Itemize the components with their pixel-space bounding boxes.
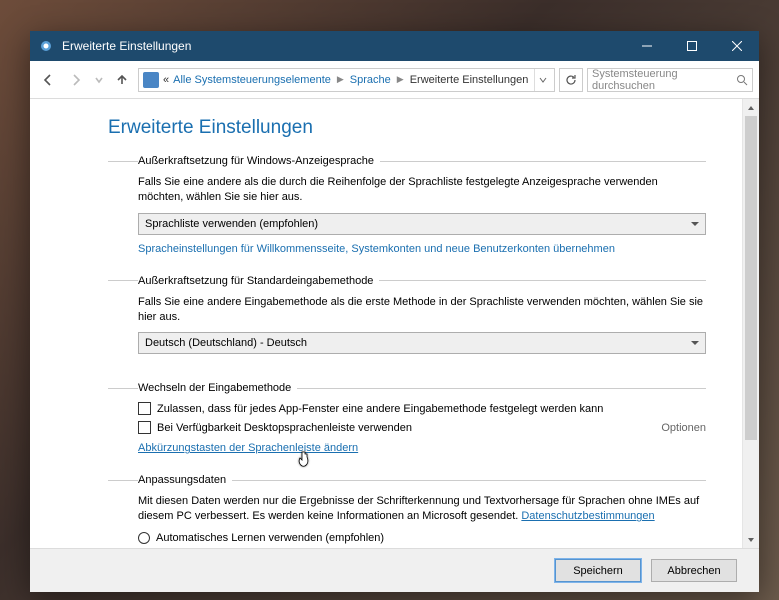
up-button[interactable] [110,68,134,92]
section-description: Falls Sie eine andere Eingabemethode als… [138,295,706,325]
save-button[interactable]: Speichern [555,559,641,582]
section-legend: Anpassungsdaten [138,474,232,486]
desktop-language-bar-label: Bei Verfügbarkeit Desktopsprachenleiste … [157,422,412,434]
address-bar[interactable]: « Alle Systemsteuerungselemente ▶ Sprach… [138,68,555,92]
search-icon [736,74,748,86]
auto-learn-label: Automatisches Lernen verwenden (empfohle… [156,532,384,544]
breadcrumb-item[interactable]: Alle Systemsteuerungselemente [173,74,331,86]
minimize-button[interactable] [624,31,669,61]
app-icon [38,38,54,54]
advanced-settings-window: Erweiterte Einstellungen « Alle Systemst… [30,31,759,592]
footer: Speichern Abbrechen [30,548,759,592]
scroll-thumb[interactable] [745,116,757,440]
breadcrumb-item: Erweiterte Einstellungen [410,74,529,86]
input-method-select[interactable]: Deutsch (Deutschland) - Deutsch [138,332,706,354]
section-switch-input: Wechseln der Eingabemethode Zulassen, da… [108,382,706,466]
auto-learn-radio[interactable] [138,532,150,544]
section-display-language: Außerkraftsetzung für Windows-Anzeigespr… [108,155,706,267]
forward-button[interactable] [64,68,88,92]
search-input[interactable]: Systemsteuerung durchsuchen [587,68,753,92]
maximize-button[interactable] [669,31,714,61]
vertical-scrollbar[interactable] [742,99,759,548]
page-title: Erweiterte Einstellungen [108,117,706,139]
refresh-button[interactable] [559,68,583,92]
desktop-language-bar-checkbox[interactable] [138,421,151,434]
breadcrumb-item[interactable]: Sprache [350,74,391,86]
section-legend: Außerkraftsetzung für Standardeingabemet… [138,275,379,287]
search-placeholder: Systemsteuerung durchsuchen [592,68,736,92]
section-legend: Wechseln der Eingabemethode [138,382,297,394]
content-area: Erweiterte Einstellungen Außerkraftsetzu… [30,99,742,548]
scroll-track[interactable] [743,116,759,531]
options-link[interactable]: Optionen [661,422,706,434]
apply-welcome-link[interactable]: Spracheinstellungen für Willkommensseite… [138,243,615,255]
change-hotkeys-link[interactable]: Abkürzungstasten der Sprachenleiste ände… [138,442,358,454]
per-app-checkbox[interactable] [138,402,151,415]
section-legend: Außerkraftsetzung für Windows-Anzeigespr… [138,155,380,167]
section-description: Mit diesen Daten werden nur die Ergebnis… [138,494,706,524]
chevron-right-icon: ▶ [335,74,346,85]
back-button[interactable] [36,68,60,92]
section-personalization: Anpassungsdaten Mit diesen Daten werden … [108,474,706,548]
cancel-button[interactable]: Abbrechen [651,559,737,582]
titlebar[interactable]: Erweiterte Einstellungen [30,31,759,61]
breadcrumb-root: « [163,74,169,86]
privacy-link[interactable]: Datenschutzbestimmungen [521,510,654,522]
chevron-right-icon: ▶ [395,74,406,85]
close-button[interactable] [714,31,759,61]
display-language-select[interactable]: Sprachliste verwenden (empfohlen) [138,213,706,235]
address-dropdown-icon[interactable] [534,69,550,91]
control-panel-icon [143,72,159,88]
per-app-label: Zulassen, dass für jedes App-Fenster ein… [157,403,603,415]
section-description: Falls Sie eine andere als die durch die … [138,175,706,205]
scroll-down-button[interactable] [743,531,759,548]
navigation-bar: « Alle Systemsteuerungselemente ▶ Sprach… [30,61,759,99]
recent-dropdown-icon[interactable] [92,68,106,92]
section-input-method: Außerkraftsetzung für Standardeingabemet… [108,275,706,375]
window-title: Erweiterte Einstellungen [62,39,624,53]
scroll-up-button[interactable] [743,99,759,116]
